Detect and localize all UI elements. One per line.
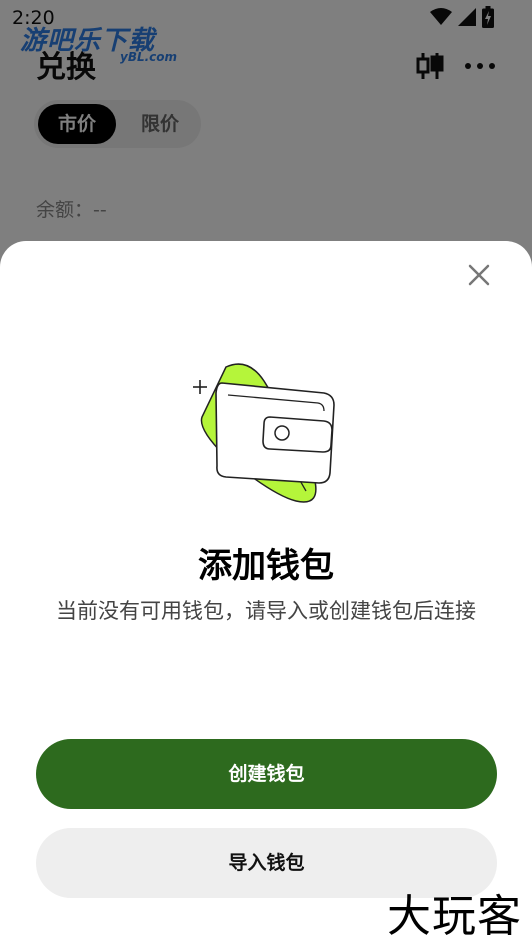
sheet-title: 添加钱包 — [198, 546, 334, 586]
wallet-illustration — [193, 363, 335, 503]
create-wallet-button[interactable]: 创建钱包 — [36, 739, 497, 809]
add-wallet-sheet: 添加钱包 当前没有可用钱包，请导入或创建钱包后连接 创建钱包 导入钱包 — [0, 241, 532, 946]
close-icon[interactable] — [463, 259, 495, 291]
sheet-description: 当前没有可用钱包，请导入或创建钱包后连接 — [56, 599, 476, 623]
swap-screen: 2:20 兑换 市价 限价 余额：-- 游吧乐下载 yBL.com — [0, 0, 532, 946]
watermark-bottom: 大玩客 — [387, 891, 522, 942]
